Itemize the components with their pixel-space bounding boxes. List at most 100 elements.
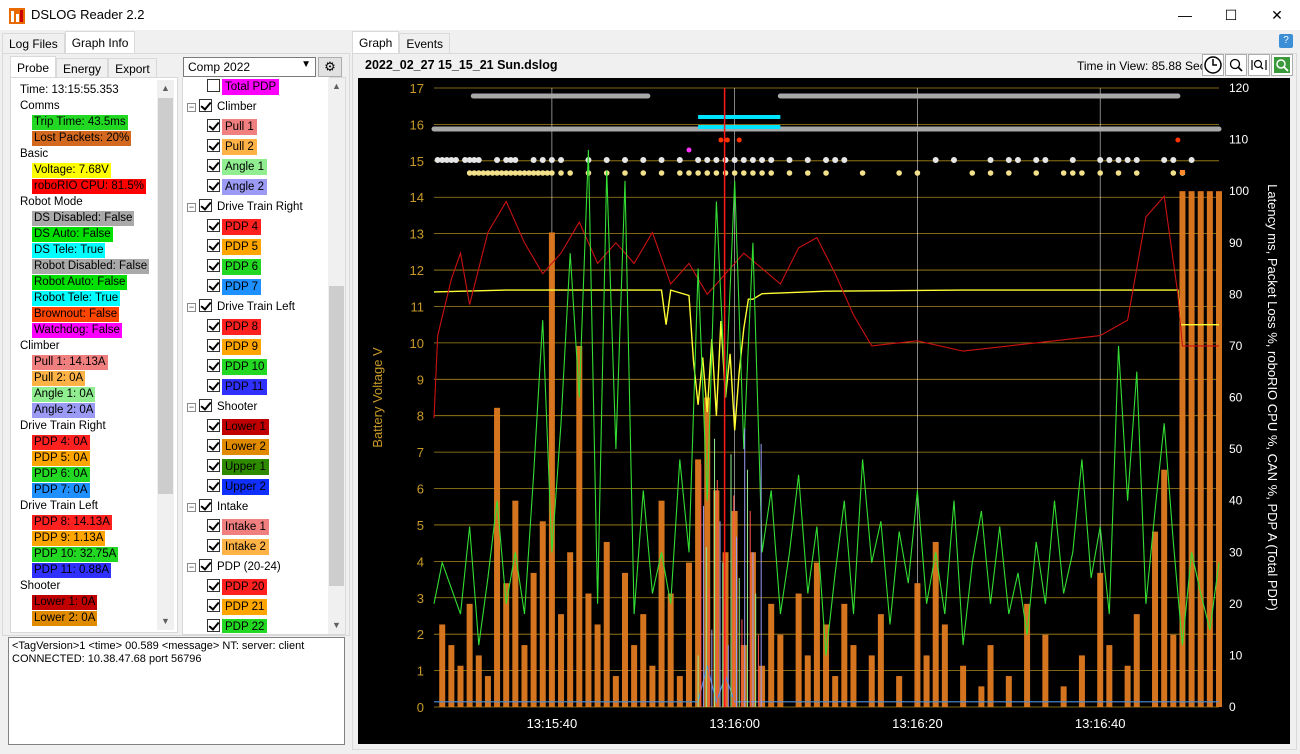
tree-group-item[interactable]: − Drive Train Right [187, 197, 306, 217]
checkbox[interactable] [207, 359, 220, 372]
help-icon[interactable]: ? [1279, 34, 1293, 48]
checkbox[interactable] [207, 119, 220, 132]
tree-scrollbar[interactable]: ▲ ▼ [328, 78, 345, 634]
checkbox[interactable] [199, 199, 212, 212]
tab-log-files[interactable]: Log Files [2, 33, 65, 53]
packet-dot [914, 170, 921, 176]
checkbox[interactable] [207, 439, 220, 452]
checkbox[interactable] [207, 259, 220, 272]
tree-series-item[interactable]: Angle 1 [207, 157, 268, 177]
tree-series-item[interactable]: PDP 20 [207, 577, 268, 597]
tab-export[interactable]: Export [108, 58, 157, 78]
tree-series-item[interactable]: Upper 2 [207, 477, 269, 497]
tree-series-item[interactable]: PDP 21 [207, 597, 268, 617]
checkbox[interactable] [199, 399, 212, 412]
tree-series-item[interactable]: Pull 2 [207, 137, 257, 157]
tree-series-item[interactable]: PDP 22 [207, 617, 268, 633]
graph-plot[interactable]: 0 1 2 3 4 5 6 7 8 9 10 11 12 13 14 15 16 17 0 10 20 30 40 50 60 7… [358, 78, 1290, 744]
checkbox[interactable] [207, 619, 220, 632]
collapse-icon[interactable]: − [187, 303, 196, 312]
pdp-bar [512, 500, 519, 707]
collapse-icon[interactable]: − [187, 103, 196, 112]
collapse-icon[interactable]: − [187, 403, 196, 412]
tree-series-item[interactable]: PDP 9 [207, 337, 262, 357]
checkbox[interactable] [207, 179, 220, 192]
scroll-up-icon[interactable]: ▲ [157, 80, 174, 97]
tree-group-item[interactable]: − Intake [187, 497, 251, 517]
packet-dot [1161, 157, 1168, 163]
checkbox[interactable] [207, 479, 220, 492]
checkbox[interactable] [207, 319, 220, 332]
tree-series-item[interactable]: Lower 2 [207, 437, 269, 457]
checkbox[interactable] [207, 159, 220, 172]
tree-series-item[interactable]: Intake 2 [207, 537, 269, 557]
minimize-button[interactable]: — [1162, 0, 1208, 31]
scroll-thumb[interactable] [158, 98, 173, 494]
tree-series-item[interactable]: Upper 1 [207, 457, 269, 477]
close-button[interactable]: ✕ [1254, 0, 1300, 31]
tree-series-item[interactable]: PDP 8 [207, 317, 262, 337]
probe-scrollbar[interactable]: ▲ ▼ [157, 80, 174, 630]
tree-series-item[interactable]: Pull 1 [207, 117, 257, 137]
collapse-icon[interactable]: − [187, 503, 196, 512]
scroll-up-icon[interactable]: ▲ [328, 78, 345, 95]
tree-series-item[interactable]: Lower 1 [207, 417, 269, 437]
clock-button[interactable] [1202, 54, 1224, 76]
tree-series-item[interactable]: PDP 11 [207, 377, 267, 397]
checkbox[interactable] [199, 299, 212, 312]
packet-dot [567, 170, 573, 176]
checkbox[interactable] [207, 79, 220, 92]
probe-group-header: Drive Train Right [20, 420, 106, 432]
checkbox[interactable] [207, 599, 220, 612]
checkbox[interactable] [207, 579, 220, 592]
checkbox[interactable] [207, 139, 220, 152]
chart-svg[interactable]: 0123456789101112131415161701020304050607… [358, 78, 1290, 744]
probe-row: PDP 9: 1.13A [18, 530, 158, 546]
tree-series-item[interactable]: Angle 2 [207, 177, 268, 197]
profile-select[interactable]: Comp 2022 ▼ [183, 57, 316, 77]
tree-group-item[interactable]: − PDP (20-24) [187, 557, 284, 577]
tab-graph[interactable]: Graph [352, 31, 400, 53]
zoom-fit-button[interactable] [1248, 54, 1270, 76]
tree-group-item[interactable]: − Climber [187, 97, 260, 117]
scroll-thumb[interactable] [329, 286, 344, 586]
tab-energy[interactable]: Energy [56, 58, 109, 78]
packet-dot [512, 157, 519, 163]
packet-dot [539, 157, 546, 163]
tree-group-item[interactable]: − Shooter [187, 397, 260, 417]
pdp-bar [576, 345, 583, 707]
checkbox[interactable] [199, 99, 212, 112]
zoom-button[interactable] [1225, 54, 1247, 76]
tree-series-item[interactable]: PDP 5 [207, 237, 262, 257]
tab-events[interactable]: Events [399, 33, 451, 53]
tree-series-item[interactable]: PDP 7 [207, 277, 262, 297]
tab-probe[interactable]: Probe [10, 56, 57, 78]
checkbox[interactable] [207, 219, 220, 232]
checkbox[interactable] [199, 559, 212, 572]
checkbox[interactable] [207, 379, 220, 392]
checkbox[interactable] [207, 279, 220, 292]
tree-series-item[interactable]: Intake 1 [207, 517, 269, 537]
auto-scroll-button[interactable] [1271, 54, 1293, 76]
tree-group-item[interactable]: − Drive Train Left [187, 297, 298, 317]
settings-button[interactable]: ⚙ [318, 57, 342, 77]
checkbox[interactable] [207, 459, 220, 472]
checkbox[interactable] [207, 519, 220, 532]
checkbox[interactable] [207, 419, 220, 432]
tree-series-item[interactable]: Total PDP [207, 77, 280, 97]
tree-series-item[interactable]: PDP 4 [207, 217, 262, 237]
checkbox[interactable] [199, 499, 212, 512]
console-log[interactable]: <TagVersion>1 <time> 00.589 <message> NT… [8, 637, 345, 745]
checkbox[interactable] [207, 339, 220, 352]
y-tick-label: 8 [417, 409, 424, 424]
checkbox[interactable] [207, 539, 220, 552]
collapse-icon[interactable]: − [187, 563, 196, 572]
checkbox[interactable] [207, 239, 220, 252]
tab-graph-info[interactable]: Graph Info [64, 31, 136, 53]
scroll-down-icon[interactable]: ▼ [328, 617, 345, 634]
tree-series-item[interactable]: PDP 6 [207, 257, 262, 277]
collapse-icon[interactable]: − [187, 203, 196, 212]
tree-series-item[interactable]: PDP 10 [207, 357, 268, 377]
scroll-down-icon[interactable]: ▼ [157, 613, 174, 630]
maximize-button[interactable]: ☐ [1208, 0, 1254, 31]
